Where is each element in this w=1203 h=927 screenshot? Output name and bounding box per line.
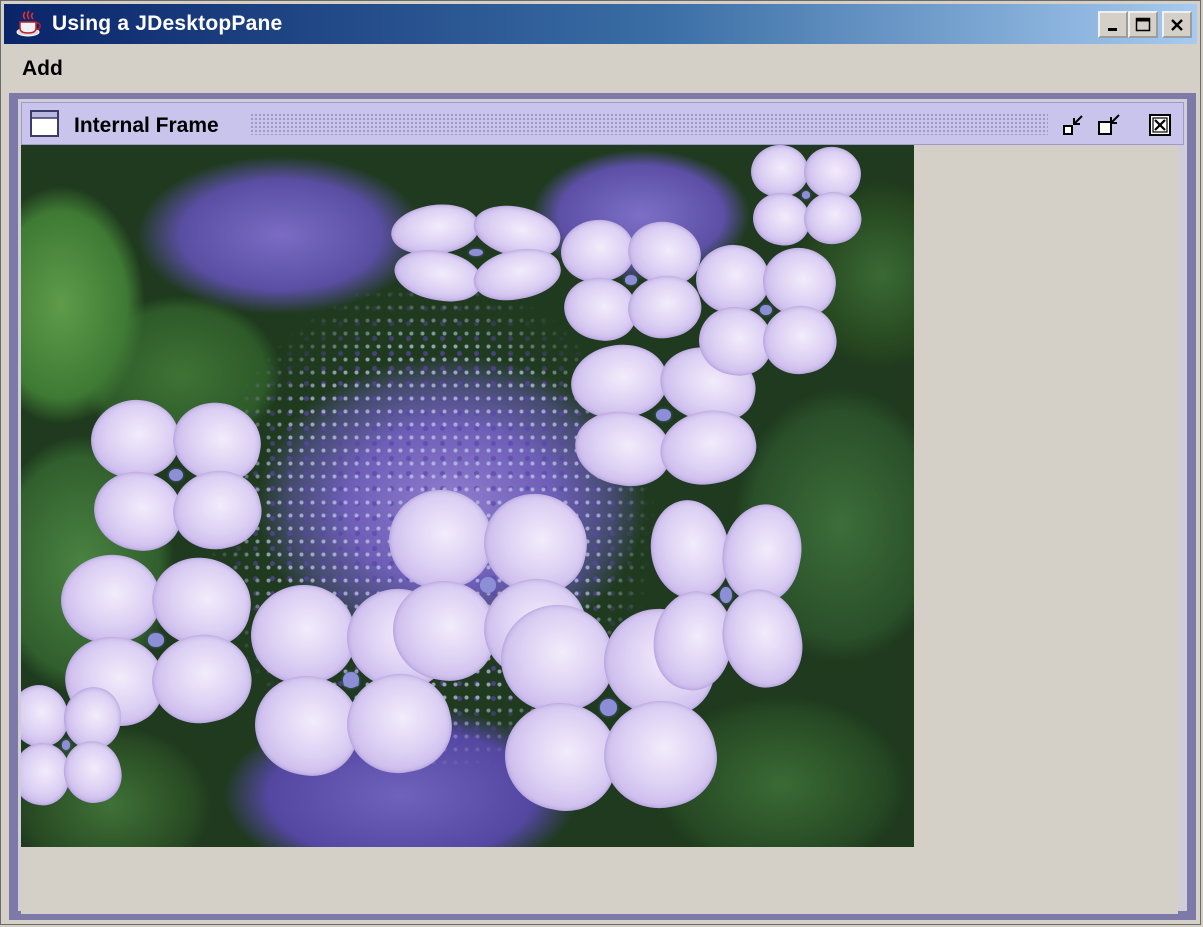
close-icon: [1171, 18, 1183, 31]
menu-add[interactable]: Add: [22, 57, 63, 81]
maximize-icon: [1135, 17, 1151, 31]
internal-frame-titlebar[interactable]: Internal Frame: [21, 102, 1184, 145]
close-icon: [1149, 114, 1171, 136]
minimize-button[interactable]: [1098, 11, 1128, 38]
titlebar-pattern: [250, 113, 1048, 135]
internal-close-button[interactable]: [1146, 112, 1174, 138]
window-title: Using a JDesktopPane: [52, 12, 283, 35]
iconify-button[interactable]: [1060, 112, 1088, 138]
flower: [691, 240, 843, 381]
internal-frame[interactable]: Internal Frame: [9, 93, 1196, 920]
flower: [387, 198, 566, 308]
flower: [21, 681, 127, 810]
maximize-button[interactable]: [1128, 11, 1158, 38]
java-cup-icon: [14, 10, 44, 38]
minimize-icon: [1108, 27, 1117, 31]
flower: [644, 495, 811, 697]
maximize-icon: [1098, 114, 1120, 135]
internal-maximize-button[interactable]: [1096, 112, 1124, 138]
menu-bar: Add: [4, 45, 1197, 91]
desktop-pane: Internal Frame: [9, 93, 1196, 920]
flower: [747, 145, 866, 250]
close-button[interactable]: [1162, 11, 1192, 38]
internal-frame-title: Internal Frame: [74, 114, 219, 137]
flower: [86, 394, 269, 558]
internal-frame-content: [21, 145, 1178, 914]
iconify-icon: [1063, 115, 1083, 135]
hydrangea-photo: [21, 145, 914, 847]
flower: [557, 215, 707, 346]
window-titlebar[interactable]: Using a JDesktopPane: [4, 4, 1197, 44]
frame-icon: [30, 110, 60, 143]
application-window: Using a JDesktopPane Add Internal Frame: [0, 0, 1201, 925]
